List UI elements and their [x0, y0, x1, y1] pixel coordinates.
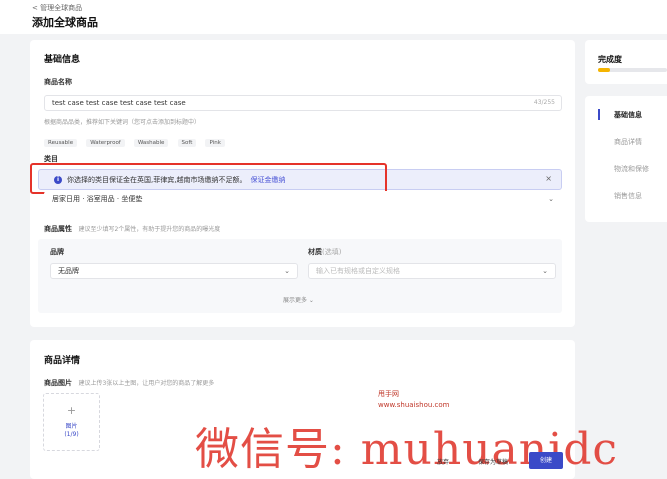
product-details-title: 商品详情	[44, 356, 81, 366]
watermark-site-url: www.shuaishou.com	[378, 401, 450, 409]
brand-select[interactable]: 无品牌 ⌄	[50, 263, 298, 279]
image-upload-box[interactable]: + 图片 (1/9)	[43, 393, 100, 451]
plus-icon: +	[66, 404, 77, 417]
chevron-down-icon: ⌄	[548, 195, 554, 203]
product-name-input[interactable]: test case test case test case test case …	[44, 95, 562, 111]
product-name-label: 商品名称	[44, 78, 72, 86]
upload-count: (1/9)	[64, 431, 79, 438]
keyword-chip[interactable]: Soft	[177, 139, 197, 147]
discard-button[interactable]: 放弃	[437, 457, 449, 466]
brand-value: 无品牌	[58, 267, 79, 275]
keyword-chip[interactable]: Washable	[133, 139, 169, 147]
upload-label: 图片	[65, 423, 78, 430]
nav-logistics[interactable]: 物流和保修	[614, 164, 649, 174]
category-value: 居家日用 · 浴室用品 · 坐便垫	[52, 195, 143, 203]
completion-progress-fill	[598, 68, 611, 72]
chevron-down-icon: ⌄	[284, 267, 290, 275]
attributes-label: 商品属性 建议至少填写2个属性，有助于提升您的商品的曝光度	[44, 225, 221, 233]
create-button[interactable]: 创建	[529, 452, 563, 469]
active-indicator	[598, 109, 600, 120]
keyword-hint: 根据商品品类，推荐如下关键词（您可点击添加到标题中）	[44, 119, 201, 126]
category-select[interactable]: 居家日用 · 浴室用品 · 坐便垫 ⌄	[44, 191, 562, 207]
close-icon[interactable]: ×	[545, 174, 552, 183]
save-draft-button[interactable]: 保存为草稿	[478, 457, 508, 466]
show-more-toggle[interactable]: 展示更多 ⌄	[283, 295, 314, 304]
nav-product-details[interactable]: 商品详情	[614, 137, 642, 147]
material-optional: (选填)	[322, 248, 342, 256]
attributes-hint: 建议至少填写2个属性，有助于提升您的商品的曝光度	[78, 226, 221, 233]
material-label: 材质(选填)	[308, 248, 342, 256]
basic-info-title: 基础信息	[44, 55, 81, 65]
alert-message: 你选择的类目保证金在英国,菲律宾,越南市场缴纳不足额。	[67, 176, 247, 184]
brand-label: 品牌	[50, 248, 64, 256]
nav-basic-info[interactable]: 基础信息	[614, 110, 642, 120]
product-images-label: 商品图片 建议上传3张以上主图，让用户对您的商品了解更多	[44, 379, 215, 387]
completion-progress	[598, 68, 667, 72]
category-label: 类目	[44, 155, 58, 163]
char-counter: 43/255	[533, 99, 555, 106]
deposit-alert: i 你选择的类目保证金在英国,菲律宾,越南市场缴纳不足额。 保证金缴纳 ×	[38, 169, 562, 190]
material-placeholder: 输入已有规格或自定义规格	[316, 267, 400, 275]
info-icon: i	[54, 176, 62, 184]
keyword-chip[interactable]: Pink	[205, 139, 225, 147]
completion-label: 完成度	[598, 55, 622, 64]
material-select[interactable]: 输入已有规格或自定义规格 ⌄	[308, 263, 556, 279]
page-title: 添加全球商品	[32, 16, 98, 29]
deposit-link[interactable]: 保证金缴纳	[250, 176, 285, 184]
images-hint: 建议上传3张以上主图，让用户对您的商品了解更多	[78, 380, 215, 387]
page-header: < 管理全球商品 添加全球商品	[0, 0, 667, 34]
keyword-chip[interactable]: Reusable	[44, 139, 78, 147]
chevron-down-icon: ⌄	[542, 267, 548, 275]
nav-sales-info[interactable]: 销售信息	[614, 191, 642, 201]
keyword-chips: Reusable Waterproof Washable Soft Pink	[44, 129, 229, 148]
keyword-chip[interactable]: Waterproof	[86, 139, 125, 147]
back-link[interactable]: < 管理全球商品	[32, 3, 82, 13]
watermark-site-name: 甩手网	[378, 390, 399, 398]
product-name-value: test case test case test case test case	[52, 99, 186, 107]
